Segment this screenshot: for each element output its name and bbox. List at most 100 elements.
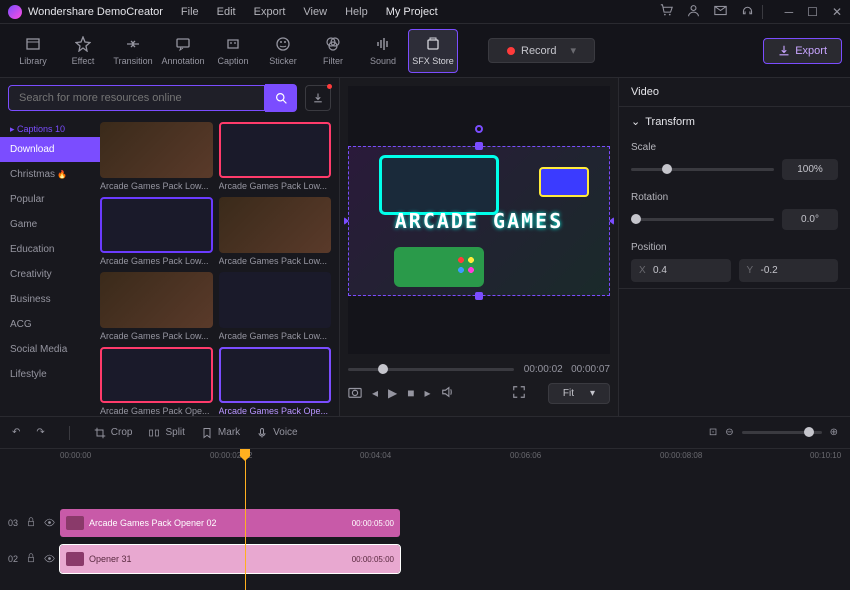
project-name[interactable]: My Project — [386, 6, 438, 18]
resize-handle-right[interactable] — [609, 217, 614, 225]
position-y-input[interactable]: Y-0.2 — [739, 259, 839, 282]
position-x-input[interactable]: X0.4 — [631, 259, 731, 282]
thumbnail-item[interactable]: Arcade Games Pack Low... — [219, 122, 332, 191]
tool-filter[interactable]: Filter — [308, 29, 358, 73]
preview-graphic — [379, 155, 499, 215]
zoom-in-icon[interactable]: ⊕ — [830, 427, 838, 438]
menu-help[interactable]: Help — [345, 6, 368, 18]
thumbnail-grid[interactable]: Arcade Games Pack Low...Arcade Games Pac… — [100, 118, 339, 416]
tool-library[interactable]: Library — [8, 29, 58, 73]
timeline-clip[interactable]: Opener 3100:00:05:00 — [60, 545, 400, 573]
menu-view[interactable]: View — [303, 6, 327, 18]
undo-icon[interactable]: ↶ — [12, 427, 20, 438]
download-queue-button[interactable] — [305, 85, 331, 111]
stop-icon[interactable]: ■ — [407, 386, 414, 400]
resize-handle-bottom[interactable] — [475, 292, 483, 300]
search-input[interactable] — [8, 85, 265, 111]
tool-sound[interactable]: Sound — [358, 29, 408, 73]
thumbnail-item[interactable]: Arcade Games Pack Ope... — [219, 347, 332, 416]
fit-timeline-icon[interactable]: ⊡ — [709, 427, 717, 438]
preview-selection[interactable]: ARCADE GAMES — [348, 146, 610, 296]
lock-icon[interactable] — [26, 553, 36, 565]
next-frame-icon[interactable]: ▸ — [425, 386, 431, 400]
zoom-out-icon[interactable]: ⊖ — [725, 427, 733, 438]
scale-slider[interactable] — [631, 168, 774, 171]
thumbnail-item[interactable]: Arcade Games Pack Low... — [100, 197, 213, 266]
close-icon[interactable]: ✕ — [832, 5, 842, 19]
section-transform[interactable]: ⌄Transform — [619, 107, 850, 136]
menu-file[interactable]: File — [181, 6, 199, 18]
category-education[interactable]: Education — [0, 237, 100, 262]
rotation-handle[interactable] — [475, 125, 483, 133]
maximize-icon[interactable]: ☐ — [807, 5, 818, 19]
export-label: Export — [795, 45, 827, 57]
cart-icon[interactable] — [660, 4, 673, 20]
track-number: 02 — [8, 554, 18, 564]
rotation-value[interactable]: 0.0° — [782, 209, 838, 230]
preview-panel: ARCADE GAMES 00:00:02 00:00:07 ◂ ▶ ■ ▸ F… — [340, 78, 618, 416]
search-button[interactable] — [265, 84, 297, 112]
thumbnail-item[interactable]: Arcade Games Pack Low... — [100, 272, 213, 341]
category-download[interactable]: Download — [0, 137, 100, 162]
category-business[interactable]: Business — [0, 287, 100, 312]
record-dot-icon — [507, 47, 515, 55]
resize-handle-left[interactable] — [344, 217, 349, 225]
timeline-ruler[interactable]: 00:00:0000:00:02:0200:04:0400:06:0600:00… — [0, 449, 850, 471]
tool-transition[interactable]: Transition — [108, 29, 158, 73]
tool-sfx[interactable]: SFX Store — [408, 29, 458, 73]
split-tool[interactable]: Split — [148, 427, 184, 439]
zoom-slider[interactable] — [742, 431, 822, 434]
titlebar: Wondershare DemoCreator File Edit Export… — [0, 0, 850, 24]
category-creativity[interactable]: Creativity — [0, 262, 100, 287]
scale-value[interactable]: 100% — [782, 159, 838, 180]
thumbnail-item[interactable]: Arcade Games Pack Low... — [219, 197, 332, 266]
thumbnail-item[interactable]: Arcade Games Pack Low... — [100, 122, 213, 191]
category-lifestyle[interactable]: Lifestyle — [0, 362, 100, 387]
voice-tool[interactable]: Voice — [256, 427, 297, 439]
eye-icon[interactable] — [44, 517, 55, 530]
prev-frame-icon[interactable]: ◂ — [372, 386, 378, 400]
category-acg[interactable]: ACG — [0, 312, 100, 337]
properties-tab-video[interactable]: Video — [619, 78, 850, 107]
scale-label: Scale — [631, 142, 838, 153]
eye-icon[interactable] — [44, 553, 55, 566]
chevron-down-icon: ▾ — [590, 388, 595, 399]
export-button[interactable]: Export — [763, 38, 842, 64]
mark-tool[interactable]: Mark — [201, 427, 240, 439]
crop-tool[interactable]: Crop — [94, 427, 133, 439]
ruler-mark: 00:06:06 — [510, 451, 541, 460]
category-social media[interactable]: Social Media — [0, 337, 100, 362]
playhead[interactable] — [245, 449, 246, 590]
snapshot-icon[interactable] — [348, 385, 362, 402]
resize-handle-top[interactable] — [475, 142, 483, 150]
timeline-tracks: 03Arcade Games Pack Opener 0200:00:05:00… — [0, 471, 850, 590]
category-popular[interactable]: Popular — [0, 187, 100, 212]
tool-caption[interactable]: Caption — [208, 29, 258, 73]
playback-slider[interactable]: 00:00:02 00:00:07 — [348, 360, 610, 378]
rotation-slider[interactable] — [631, 218, 774, 221]
fullscreen-icon[interactable] — [512, 385, 526, 402]
ruler-mark: 00:00:08:08 — [660, 451, 702, 460]
category-game[interactable]: Game — [0, 212, 100, 237]
minimize-icon[interactable]: ─ — [785, 5, 794, 19]
fit-select[interactable]: Fit▾ — [548, 383, 610, 404]
play-icon[interactable]: ▶ — [388, 386, 397, 400]
tool-sticker[interactable]: Sticker — [258, 29, 308, 73]
thumbnail-item[interactable]: Arcade Games Pack Ope... — [100, 347, 213, 416]
timeline-clip[interactable]: Arcade Games Pack Opener 0200:00:05:00 — [60, 509, 400, 537]
slider-thumb[interactable] — [378, 364, 388, 374]
category-christmas[interactable]: Christmas 🔥 — [0, 162, 100, 187]
volume-icon[interactable] — [441, 385, 455, 402]
record-button[interactable]: Record ▾ — [488, 38, 595, 63]
tool-effect[interactable]: Effect — [58, 29, 108, 73]
tool-annotation[interactable]: Annotation — [158, 29, 208, 73]
menu-export[interactable]: Export — [254, 6, 286, 18]
lock-icon[interactable] — [26, 517, 36, 529]
menu-edit[interactable]: Edit — [217, 6, 236, 18]
redo-icon[interactable]: ↷ — [36, 427, 44, 438]
user-icon[interactable] — [687, 4, 700, 20]
preview-canvas[interactable]: ARCADE GAMES — [348, 86, 610, 354]
headset-icon[interactable] — [741, 4, 754, 20]
mail-icon[interactable] — [714, 4, 727, 20]
thumbnail-item[interactable]: Arcade Games Pack Low... — [219, 272, 332, 341]
